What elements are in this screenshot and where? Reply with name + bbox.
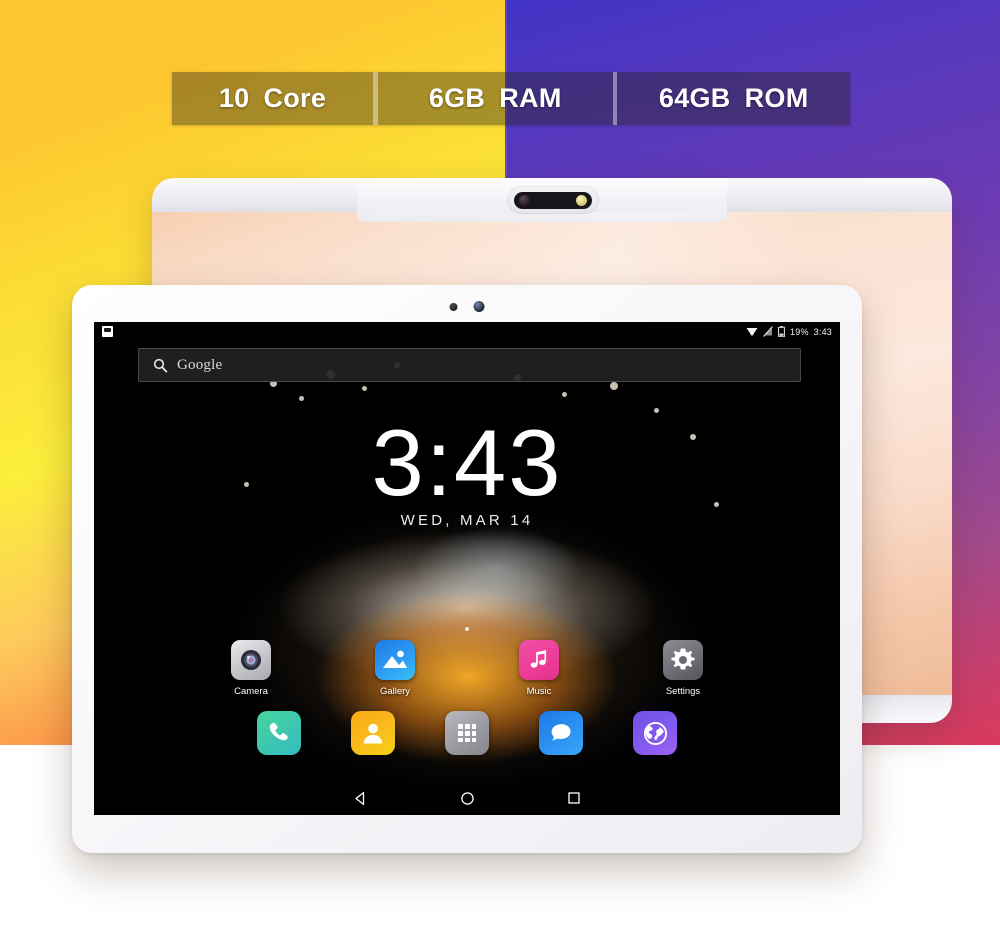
spec-rom-unit: ROM [744, 83, 809, 113]
app-item-gallery[interactable]: Gallery [355, 640, 435, 697]
camera-lens-glyph [241, 650, 261, 670]
app-label: Music [526, 686, 552, 697]
google-search-bar[interactable]: Google [138, 348, 801, 382]
recents-square-icon[interactable] [567, 791, 581, 805]
splash-droplet [562, 392, 567, 397]
music-note-glyph [530, 650, 547, 668]
page-indicator-dot [465, 627, 469, 631]
spec-ram-value: 6GB [428, 83, 486, 113]
clock-widget[interactable]: 3:43 WED, MAR 14 [94, 410, 840, 530]
person-glyph [363, 723, 383, 744]
spec-cpu-value: 10 [218, 83, 250, 113]
spec-cell-rom: 64GB ROM [617, 72, 850, 125]
home-circle-icon[interactable] [460, 791, 475, 806]
tablet-screen[interactable]: 19% 3:43 Google 3:43 WED, MAR 14 Camera … [94, 322, 840, 815]
front-sensor-group [449, 301, 485, 312]
gear-icon [671, 648, 695, 670]
gallery-photo-glyph [383, 650, 407, 668]
navigation-bar [94, 781, 840, 815]
splash-droplet [299, 396, 304, 401]
settings-app-icon[interactable] [663, 640, 703, 680]
no-sim-signal-icon [763, 326, 773, 337]
status-bar-right: 19% 3:43 [746, 326, 832, 337]
battery-percent-label: 19% [790, 326, 809, 337]
spec-banner: 10 Core 6GB RAM 64GB ROM [172, 72, 850, 125]
app-item-music[interactable]: Music [499, 640, 579, 697]
splash-droplet [654, 408, 659, 413]
splash-droplet [362, 386, 367, 391]
phone-icon[interactable] [257, 711, 301, 755]
screenshot-notification-icon [102, 326, 113, 337]
recents-glyph [568, 792, 580, 804]
home-app-grid: Camera Gallery Music Settings [94, 640, 840, 697]
battery-icon [778, 326, 785, 337]
search-icon [153, 358, 168, 373]
front-camera-icon [473, 301, 485, 312]
spec-rom-value: 64GB [658, 83, 731, 113]
product-banner-stage: 10 Core 6GB RAM 64GB ROM 19% 3:43 Google… [0, 0, 1000, 931]
grid-glyph [458, 724, 476, 742]
camera-lens-icon [519, 194, 530, 206]
app-item-settings[interactable]: Settings [643, 640, 723, 697]
clock-date: WED, MAR 14 [400, 512, 534, 530]
app-label: Camera [234, 686, 268, 697]
browser-globe-icon[interactable] [633, 711, 677, 755]
globe-glyph [643, 721, 667, 745]
home-glyph [461, 791, 474, 805]
app-drawer-icon[interactable] [445, 711, 489, 755]
contacts-icon[interactable] [351, 711, 395, 755]
music-app-icon[interactable] [519, 640, 559, 680]
status-bar-clock: 3:43 [813, 326, 832, 337]
phone-handset-glyph [269, 722, 288, 741]
status-bar: 19% 3:43 [94, 322, 840, 341]
spec-cell-cpu: 10 Core [172, 72, 373, 125]
home-dock [94, 711, 840, 755]
back-triangle-icon[interactable] [353, 791, 368, 806]
wifi-icon [746, 327, 758, 336]
back-glyph [355, 791, 365, 805]
status-bar-left [102, 326, 113, 337]
app-label: Gallery [379, 686, 411, 697]
spec-cpu-unit: Core [263, 83, 327, 113]
clock-time: 3:43 [371, 410, 563, 515]
search-input[interactable]: Google [177, 357, 222, 374]
rear-camera-strip [514, 191, 592, 209]
tablet-front-device: 19% 3:43 Google 3:43 WED, MAR 14 Camera … [72, 285, 862, 853]
messages-icon[interactable] [539, 711, 583, 755]
app-label: Settings [665, 686, 701, 697]
gallery-app-icon[interactable] [375, 640, 415, 680]
rear-camera-module [507, 186, 599, 214]
app-item-camera[interactable]: Camera [211, 640, 291, 697]
camera-app-icon[interactable] [231, 640, 271, 680]
speech-bubble-glyph [551, 724, 571, 741]
proximity-sensor-icon [449, 302, 458, 311]
splash-droplet [610, 382, 618, 390]
spec-ram-unit: RAM [499, 83, 562, 113]
spec-cell-ram: 6GB RAM [378, 72, 613, 125]
camera-flash-icon [576, 194, 587, 206]
